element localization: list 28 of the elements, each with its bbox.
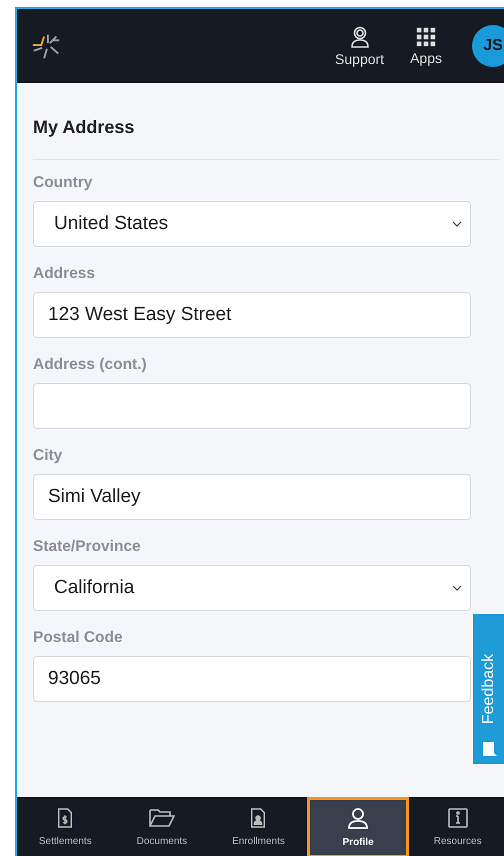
field-label: Address [33,265,96,283]
folder-icon [148,808,175,828]
dropdown-field[interactable]: California [33,565,471,611]
nav-tab[interactable]: Resources [409,797,504,856]
field-label: Address (cont.) [33,356,148,374]
field-label: Country [33,174,94,192]
support-button[interactable]: Support [329,21,390,71]
input-field[interactable]: Simi Valley [33,474,471,520]
user-avatar[interactable]: JS [472,25,504,67]
input-field[interactable]: 93065 [33,656,471,702]
dollar-document-icon [56,808,74,828]
section-title: My Address [33,117,136,138]
nav-tab[interactable]: Enrollments [210,797,307,856]
grid-icon [415,26,438,48]
nav-tab[interactable]: Documents [114,797,210,856]
field-label: State/Province [33,538,142,556]
nav-tab[interactable]: Settlements [17,797,114,856]
id-document-icon [249,808,268,828]
field-label: City [33,447,64,465]
dropdown-field[interactable]: United States [33,201,471,247]
nav-tab[interactable]: Profile [306,797,410,856]
input-field[interactable]: 123 West Easy Street [33,292,471,338]
apps-button[interactable]: Apps [404,22,448,70]
chevron-icon [452,221,462,227]
field-label: Postal Code [33,629,124,647]
info-icon [448,808,468,828]
person-icon [347,807,370,829]
chevron-icon [452,585,462,591]
